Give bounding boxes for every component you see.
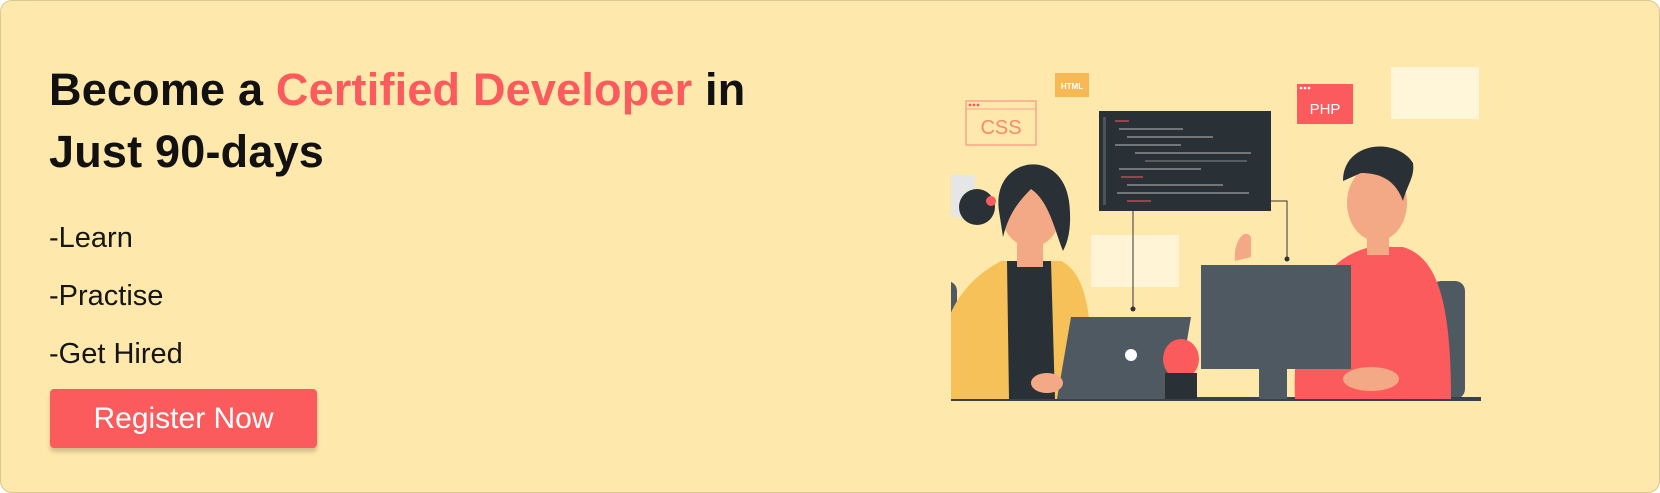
cactus-plant [1163,339,1199,399]
headline-line2: Just 90-days [49,126,325,177]
background-window-middle [1091,235,1179,287]
php-label: PHP [1310,101,1341,118]
headline: Become a Certified Developer in Just 90-… [49,59,809,183]
promo-content: Become a Certified Developer in Just 90-… [49,59,809,383]
php-badge: PHP [1297,84,1353,124]
headline-prefix: Become a [49,64,276,115]
background-window-top-right [1391,67,1479,119]
feature-get-hired: -Get Hired [49,338,183,370]
developers-illustration: CSS HTML PHP [951,67,1481,401]
feature-list: -Learn -Practise -Get Hired [49,209,809,383]
html-badge: HTML [1055,73,1089,97]
headline-accent: Certified Developer [275,64,693,115]
register-now-button[interactable]: Register Now [50,389,317,448]
headline-suffix: in [692,64,746,115]
css-badge: CSS [965,100,1037,146]
css-label: CSS [980,117,1021,139]
promo-banner: Become a Certified Developer in Just 90-… [0,0,1660,493]
html-label: HTML [1061,82,1083,91]
feature-learn: -Learn [49,222,133,254]
feature-practise: -Practise [49,280,164,312]
